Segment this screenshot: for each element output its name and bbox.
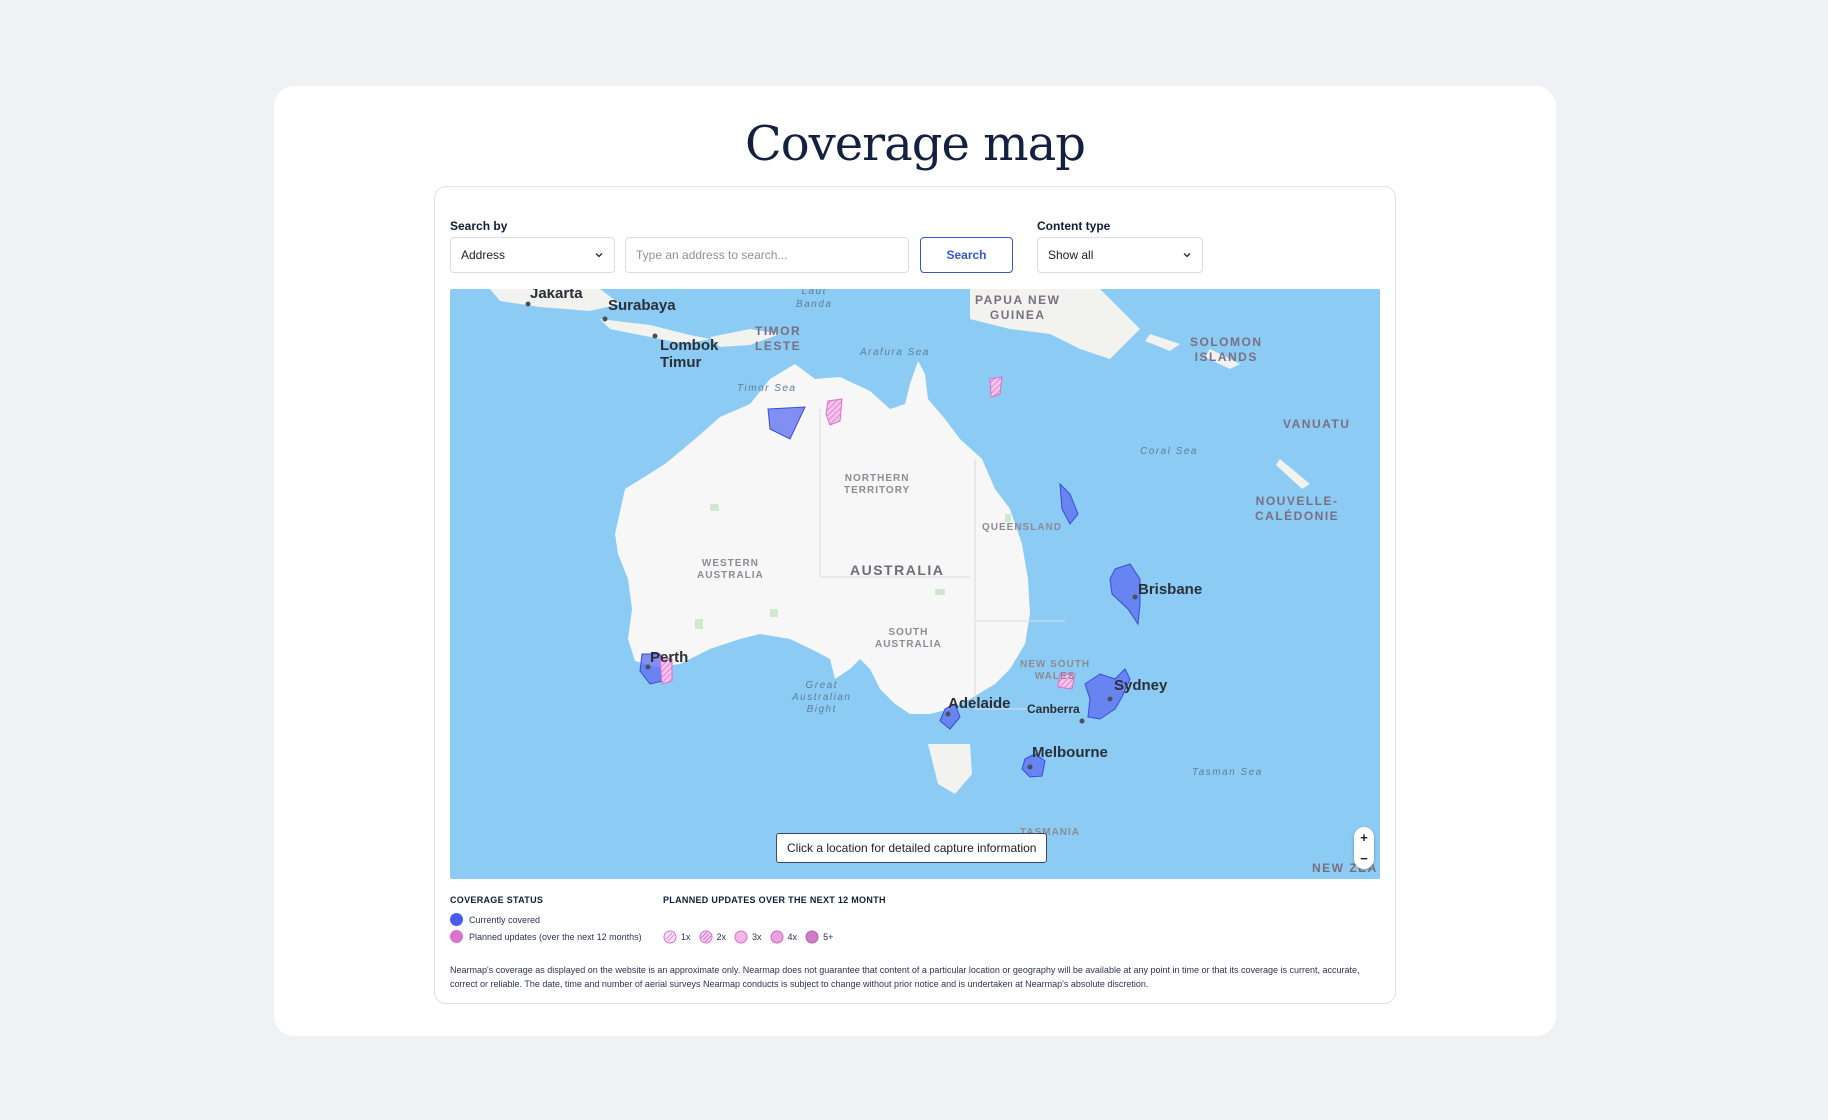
city-label: Timur [660, 354, 702, 371]
park-patch [710, 504, 719, 511]
region-label: NORTHERN TERRITORY [844, 473, 911, 496]
pattern-4x-icon [770, 930, 784, 944]
frequency-4x: 4x [770, 930, 797, 944]
sea-label: Tasman Sea [1192, 767, 1263, 778]
city-label: Melbourne [1032, 744, 1108, 761]
city-label: Lombok [660, 337, 719, 354]
region-label: QUEENSLAND [982, 522, 1063, 533]
sea-label: Timor Sea [737, 383, 797, 394]
map-canvas [490, 289, 1310, 794]
city-dot-melbourne [1027, 764, 1033, 770]
search-by-value: Address [461, 248, 506, 262]
covered-swatch [450, 913, 463, 926]
city-dot-brisbane [1132, 594, 1138, 600]
city-label: Canberra [1027, 702, 1080, 716]
city-label: Jakarta [530, 289, 583, 302]
city-label: Adelaide [948, 695, 1011, 712]
country-label: SOLOMON ISLANDS [1190, 335, 1263, 364]
city-dot-surabaya [602, 316, 608, 322]
country-label: TIMOR LESTE [755, 324, 802, 353]
planned-updates-heading: PLANNED UPDATES OVER THE NEXT 12 MONTH [663, 895, 886, 905]
park-patch [695, 619, 703, 629]
planned-darwin [825, 398, 843, 426]
planned-swatch [450, 930, 463, 943]
frequency-legend: 1x 2x 3x 4x 5+ [663, 930, 841, 944]
country-label-australia: AUSTRALIA [850, 562, 945, 578]
park-patch [1005, 514, 1011, 522]
chevron-down-icon [595, 253, 603, 258]
coverage-map[interactable]: PAPUA NEW GUINEA TIMOR LESTE SOLOMON ISLAND… [450, 289, 1380, 879]
pattern-2x-icon [699, 930, 713, 944]
search-by-label: Search by [450, 219, 508, 233]
legend-label: Planned updates (over the next 12 months… [469, 931, 642, 942]
sea-label: Arafura Sea [860, 347, 930, 358]
sea-label: Laut Banda [796, 289, 833, 310]
tasmania-island [928, 744, 972, 794]
park-patch [770, 609, 778, 617]
region-label: SOUTH AUSTRALIA [875, 627, 942, 650]
sea-label: Coral Sea [1140, 446, 1198, 457]
zoom-in-button[interactable]: + [1360, 830, 1368, 845]
city-dot-canberra [1079, 718, 1085, 724]
legend-label: Currently covered [469, 914, 541, 925]
coverage-panel: Search by Address Search Content type Sh… [434, 186, 1396, 1004]
coverage-status-heading: COVERAGE STATUS [450, 895, 544, 905]
country-label: NOUVELLE- CALÉDONIE [1255, 494, 1340, 523]
region-label: WESTERN AUSTRALIA [697, 558, 764, 581]
coverage-disclaimer: Nearmap's coverage as displayed on the w… [450, 965, 1360, 989]
city-label: Sydney [1114, 677, 1168, 694]
content-type-value: Show all [1048, 248, 1094, 262]
frequency-1x: 1x [663, 930, 691, 944]
city-label: Perth [650, 649, 689, 666]
pattern-3x-icon [734, 930, 748, 944]
frequency-3x: 3x [734, 930, 762, 944]
legend-currently-covered: Currently covered [450, 913, 540, 926]
pattern-5plus-icon [805, 930, 819, 944]
coverage-card: Coverage map Search by Address Search Co… [274, 86, 1556, 1036]
city-dot-jakarta [525, 301, 531, 307]
page-title: Coverage map [745, 116, 1086, 172]
address-search-input[interactable] [625, 237, 909, 273]
content-type-label: Content type [1037, 219, 1111, 233]
coverage-brisbane [1109, 563, 1141, 626]
city-label: Surabaya [608, 297, 676, 314]
map-hint-tooltip: Click a location for detailed capture in… [776, 833, 1048, 863]
frequency-2x: 2x [699, 930, 726, 944]
chevron-down-icon [1183, 253, 1191, 258]
coverage-qld-north [1059, 482, 1079, 525]
city-dot-lombok [652, 333, 658, 339]
content-type-select[interactable]: Show all [1037, 237, 1203, 273]
new-caledonia-island [1276, 459, 1310, 489]
frequency-5plus: 5+ [805, 930, 833, 944]
city-label: Brisbane [1138, 581, 1203, 598]
search-button[interactable]: Search [920, 237, 1013, 273]
sea-label: Great Australian Bight [792, 680, 852, 715]
region-label: NEW SOUTH WALES [1020, 659, 1091, 682]
country-label: PAPUA NEW GUINEA [975, 293, 1061, 322]
park-patch [935, 589, 945, 595]
pattern-1x-icon [663, 930, 677, 944]
city-dot-sydney [1107, 696, 1113, 702]
legend-planned-updates: Planned updates (over the next 12 months… [450, 930, 642, 943]
city-dot-adelaide [945, 711, 951, 717]
zoom-out-button[interactable]: − [1360, 851, 1368, 866]
zoom-control: + − [1354, 827, 1374, 869]
country-label: VANUATU [1283, 417, 1351, 431]
planned-cape-york [989, 376, 1003, 398]
search-by-select[interactable]: Address [450, 237, 615, 273]
